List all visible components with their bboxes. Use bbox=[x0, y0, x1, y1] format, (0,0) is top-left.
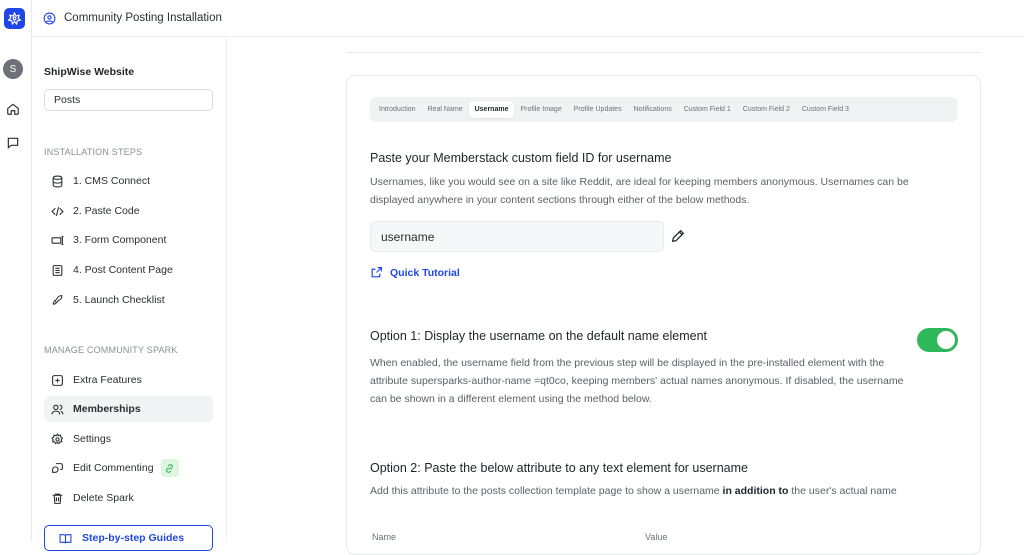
tab-profile-updates[interactable]: Profile Updates bbox=[568, 101, 628, 118]
sidebar-item-edit-commenting[interactable]: Edit Commenting bbox=[44, 455, 213, 481]
page-title: Community Posting Installation bbox=[64, 12, 222, 24]
tab-notifications[interactable]: Notifications bbox=[628, 101, 678, 118]
sidebar-item-label: 3. Form Component bbox=[73, 234, 167, 246]
option1-title: Option 1: Display the username on the de… bbox=[370, 329, 708, 343]
rocket-icon bbox=[52, 294, 63, 305]
username-settings-card: Introduction Real Name Username Profile … bbox=[346, 75, 981, 555]
sidebar-item-cms-connect[interactable]: 1. CMS Connect bbox=[44, 168, 213, 194]
quick-tutorial-label: Quick Tutorial bbox=[390, 266, 460, 279]
chat-icon[interactable] bbox=[6, 136, 20, 150]
external-link-icon bbox=[371, 267, 382, 278]
collection-selector[interactable]: Posts bbox=[44, 89, 213, 111]
top-bar: Community Posting Installation bbox=[32, 0, 1024, 37]
sidebar-item-label: Delete Spark bbox=[73, 492, 134, 504]
option2-desc-bold: in addition to bbox=[722, 485, 789, 497]
sidebar-item-label: 5. Launch Checklist bbox=[73, 294, 165, 306]
trash-icon bbox=[52, 493, 63, 504]
sidebar-item-label: 2. Paste Code bbox=[73, 205, 140, 217]
installation-steps-heading: INSTALLATION STEPS bbox=[44, 147, 143, 157]
users-icon bbox=[51, 404, 64, 414]
quick-tutorial-link[interactable]: Quick Tutorial bbox=[370, 266, 460, 279]
username-field-input[interactable]: username bbox=[370, 221, 664, 252]
tab-custom-field-2[interactable]: Custom Field 2 bbox=[737, 101, 796, 118]
sidebar-item-label: Extra Features bbox=[73, 374, 142, 386]
form-icon bbox=[51, 235, 64, 245]
guides-button-label: Step-by-step Guides bbox=[82, 532, 185, 544]
toggle-knob bbox=[937, 331, 955, 349]
sidebar-item-extra-features[interactable]: Extra Features bbox=[44, 367, 213, 393]
code-icon bbox=[51, 206, 64, 216]
app-logo-icon[interactable] bbox=[4, 8, 25, 29]
option2-desc-pre: Add this attribute to the posts collecti… bbox=[370, 485, 723, 497]
database-icon bbox=[52, 175, 63, 187]
link-badge[interactable] bbox=[160, 459, 179, 477]
plus-square-icon bbox=[52, 374, 63, 386]
tab-username[interactable]: Username bbox=[468, 101, 515, 118]
section-heading: Paste your Memberstack custom field ID f… bbox=[370, 151, 672, 165]
sidebar-item-launch-checklist[interactable]: 5. Launch Checklist bbox=[44, 287, 213, 313]
sidebar-item-label: 1. CMS Connect bbox=[73, 175, 151, 187]
tab-introduction[interactable]: Introduction bbox=[373, 101, 422, 118]
step-by-step-guides-button[interactable]: Step-by-step Guides bbox=[44, 525, 213, 551]
option1-toggle[interactable] bbox=[917, 328, 958, 352]
sidebar-item-label: Settings bbox=[73, 433, 111, 445]
tab-custom-field-1[interactable]: Custom Field 1 bbox=[678, 101, 737, 118]
manage-heading: MANAGE COMMUNITY SPARK bbox=[44, 345, 178, 355]
sidebar-item-memberships[interactable]: Memberships bbox=[44, 396, 213, 422]
option2-title: Option 2: Paste the below attribute to a… bbox=[370, 461, 748, 475]
pencil-icon[interactable] bbox=[670, 228, 686, 244]
sidebar-item-label: Memberships bbox=[73, 403, 141, 415]
comment-icon bbox=[52, 462, 63, 473]
option1-description: When enabled, the username field from th… bbox=[370, 357, 904, 405]
site-name: ShipWise Website bbox=[44, 66, 135, 78]
field-tabs: Introduction Real Name Username Profile … bbox=[370, 97, 957, 122]
sidebar: ShipWise Website Posts INSTALLATION STEP… bbox=[32, 37, 227, 551]
sidebar-item-label: 4. Post Content Page bbox=[73, 264, 173, 276]
page-icon bbox=[52, 264, 63, 276]
sidebar-item-settings[interactable]: Settings bbox=[44, 426, 213, 452]
option2-desc-post: the user's actual name bbox=[788, 485, 897, 497]
book-icon bbox=[59, 533, 72, 543]
sidebar-item-paste-code[interactable]: 2. Paste Code bbox=[44, 198, 213, 224]
gear-icon bbox=[51, 432, 64, 444]
option2-description: Add this attribute to the posts collecti… bbox=[370, 482, 950, 500]
sidebar-item-delete-spark[interactable]: Delete Spark bbox=[44, 485, 213, 511]
user-circle-icon bbox=[43, 12, 56, 24]
sidebar-item-label: Edit Commenting bbox=[73, 462, 154, 474]
tab-custom-field-3[interactable]: Custom Field 3 bbox=[796, 101, 855, 118]
content-divider bbox=[347, 52, 980, 53]
app-rail: S bbox=[0, 0, 32, 541]
section-description: Usernames, like you would see on a site … bbox=[370, 176, 909, 206]
tab-profile-image[interactable]: Profile Image bbox=[514, 101, 567, 118]
tab-real-name[interactable]: Real Name bbox=[422, 101, 469, 118]
link-icon bbox=[166, 463, 173, 473]
home-icon[interactable] bbox=[6, 102, 20, 116]
user-avatar[interactable]: S bbox=[3, 59, 23, 79]
sidebar-item-form-component[interactable]: 3. Form Component bbox=[44, 227, 213, 253]
sidebar-item-post-content-page[interactable]: 4. Post Content Page bbox=[44, 257, 213, 283]
